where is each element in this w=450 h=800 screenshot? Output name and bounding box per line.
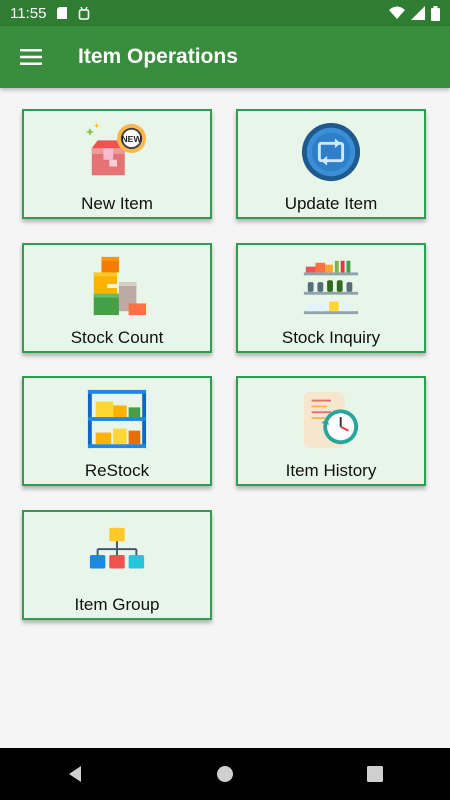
stock-count-tile[interactable]: Stock Count [22,243,212,353]
stock-count-label: Stock Count [70,328,164,347]
sd-card-icon [57,7,68,19]
system-navigation-bar [0,748,450,800]
home-button[interactable] [195,748,255,800]
signal-icon [411,6,425,20]
history-clock-icon [303,391,359,449]
app-title: Item Operations [78,45,238,68]
wifi-icon [389,6,405,19]
app-bar: Item Operations [0,26,450,88]
stock-inquiry-tile[interactable]: Stock Inquiry [236,243,426,353]
restock-shelf-icon [87,389,147,449]
shelves-icon [303,260,359,315]
status-bar: 11:55 [0,0,450,26]
recents-button[interactable] [345,748,405,800]
menu-button[interactable] [0,26,62,88]
item-history-label: Item History [285,461,377,480]
item-history-tile[interactable]: Item History [236,376,426,486]
svg-text:NEW: NEW [121,134,142,144]
back-button[interactable] [45,748,105,800]
update-item-label: Update Item [284,194,378,213]
item-group-tile[interactable]: Item Group [22,510,212,620]
group-hierarchy-icon [89,527,145,569]
home-circle-icon [217,766,233,782]
back-triangle-icon [69,766,81,782]
item-group-label: Item Group [74,595,160,614]
android-debug-icon [79,6,90,20]
update-item-tile[interactable]: Update Item [236,109,426,219]
hamburger-menu-icon [20,49,42,65]
update-refresh-icon [301,122,361,182]
restock-tile[interactable]: ReStock [22,376,212,486]
restock-label: ReStock [84,461,150,480]
new-item-box-icon: NEW [86,122,147,176]
battery-icon [431,5,440,21]
stock-boxes-icon [93,256,147,316]
new-item-tile[interactable]: NEW New Item [22,109,212,219]
stock-inquiry-label: Stock Inquiry [281,328,381,347]
recents-square-icon [367,766,383,782]
status-time: 11:55 [10,4,47,22]
new-item-label: New Item [81,194,153,213]
operations-grid: NEW New Item Update Item Stock Count Sto… [0,88,450,748]
